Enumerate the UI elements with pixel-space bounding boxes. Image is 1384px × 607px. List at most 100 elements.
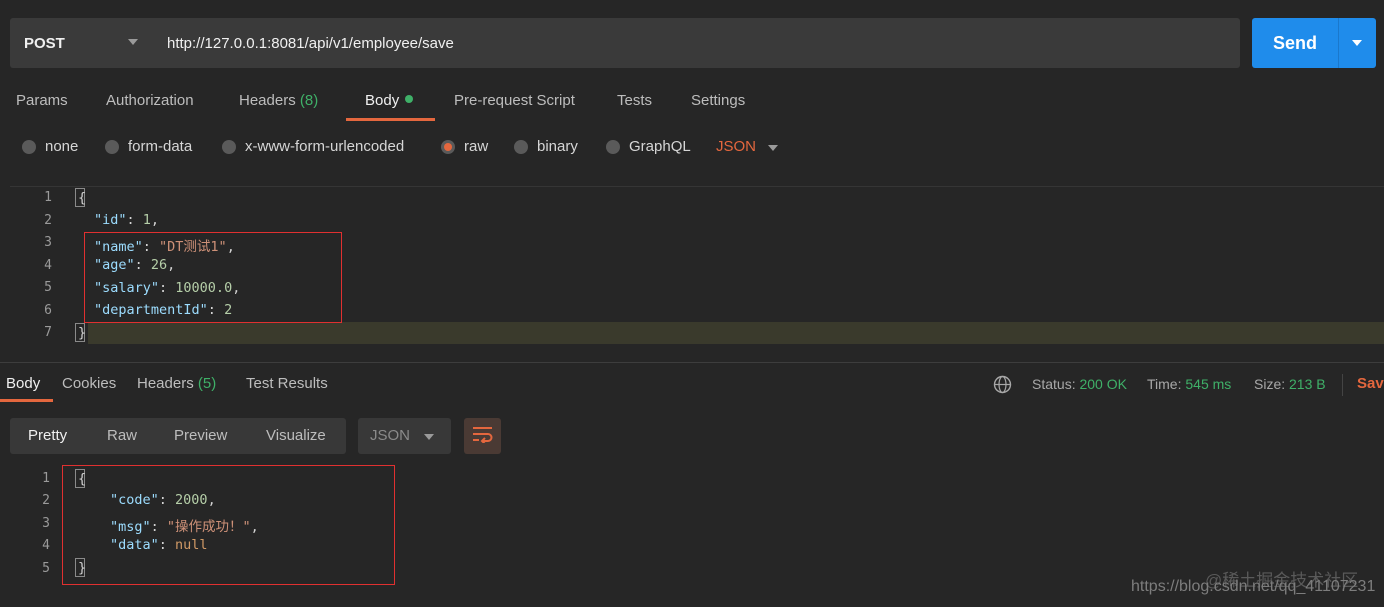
radio-raw-label: raw — [464, 138, 489, 155]
tab-tests[interactable]: Tests — [617, 92, 652, 109]
response-tab-cookies-label: Cookies — [62, 375, 117, 392]
time-label: Time: — [1147, 376, 1182, 392]
status-label: Status: — [1032, 376, 1076, 392]
response-tab-test-results[interactable]: Test Results — [246, 375, 328, 392]
time-value: 545 ms — [1185, 376, 1232, 392]
radio-selected-icon — [441, 139, 455, 154]
response-tab-headers[interactable]: Headers (5) — [137, 375, 216, 392]
response-tab-headers-count: (5) — [197, 375, 217, 392]
response-tab-body[interactable]: Body — [6, 375, 40, 392]
json-sep: , — [150, 212, 160, 228]
radio-binary-label: binary — [537, 138, 578, 155]
tab-tests-label: Tests — [617, 92, 653, 109]
radio-graphql[interactable]: GraphQL — [606, 138, 691, 155]
response-time: Time: 545 ms — [1147, 376, 1231, 392]
line-number: 5 — [42, 561, 50, 576]
tab-headers[interactable]: Headers (8) — [239, 92, 318, 109]
view-preview-button[interactable]: Preview — [174, 427, 227, 444]
response-language-select[interactable]: JSON — [358, 418, 451, 454]
line-number: 4 — [44, 258, 52, 273]
body-status-dot-icon — [405, 95, 414, 103]
tab-params[interactable]: Params — [16, 92, 68, 109]
json-value: 1 — [142, 212, 151, 228]
line-number: 6 — [44, 303, 52, 318]
tab-headers-label: Headers — [239, 92, 296, 109]
radio-circle-icon — [105, 139, 119, 154]
method-chevron-down-icon[interactable] — [128, 39, 138, 45]
radio-form-data[interactable]: form-data — [105, 138, 192, 155]
radio-raw[interactable]: raw — [441, 138, 488, 155]
view-raw-button[interactable]: Raw — [107, 427, 137, 444]
line-number: 4 — [42, 538, 50, 553]
response-tab-headers-label: Headers — [137, 375, 194, 392]
response-tab-cookies[interactable]: Cookies — [62, 375, 116, 392]
response-status: Status: 200 OK — [1032, 376, 1127, 392]
send-options-chevron-down-icon[interactable] — [1352, 40, 1362, 46]
close-brace: } — [78, 325, 87, 341]
radio-x-www-form-urlencoded[interactable]: x-www-form-urlencoded — [222, 138, 404, 155]
active-response-tab-indicator — [0, 399, 53, 402]
radio-form-data-label: form-data — [128, 138, 193, 155]
tab-body-label: Body — [365, 92, 400, 109]
tab-headers-count: (8) — [299, 92, 319, 109]
radio-urlencoded-label: x-www-form-urlencoded — [245, 138, 405, 155]
tab-pre-request-script[interactable]: Pre-request Script — [454, 92, 575, 109]
raw-language-select[interactable]: JSON — [716, 138, 756, 155]
response-tab-body-label: Body — [6, 375, 41, 392]
view-visualize-button[interactable]: Visualize — [266, 427, 326, 444]
view-pretty-button[interactable]: Pretty — [28, 427, 67, 444]
radio-binary[interactable]: binary — [514, 138, 578, 155]
radio-circle-icon — [22, 139, 36, 154]
status-value: 200 OK — [1079, 376, 1127, 392]
line-number: 1 — [42, 471, 50, 486]
meta-divider — [1342, 374, 1343, 396]
line-number: 1 — [44, 190, 52, 205]
radio-graphql-label: GraphQL — [629, 138, 691, 155]
wrap-lines-icon — [472, 425, 494, 447]
save-response-button[interactable]: Save — [1357, 375, 1384, 392]
response-size: Size: 213 B — [1254, 376, 1326, 392]
tab-settings[interactable]: Settings — [691, 92, 745, 109]
raw-language-chevron-down-icon[interactable] — [768, 145, 778, 151]
radio-circle-icon — [606, 139, 620, 154]
method-label: POST — [24, 34, 65, 52]
annotation-highlight-box — [62, 465, 395, 585]
send-button[interactable]: Send — [1252, 18, 1376, 68]
line-number: 2 — [42, 493, 50, 508]
radio-circle-icon — [222, 139, 236, 154]
tab-params-label: Params — [16, 92, 68, 109]
active-line-highlight — [88, 322, 1384, 344]
url-text: http://127.0.0.1:8081/api/v1/employee/sa… — [167, 34, 454, 52]
send-divider — [1338, 18, 1339, 68]
line-number: 7 — [44, 325, 52, 340]
line-number: 2 — [44, 213, 52, 228]
globe-icon[interactable] — [993, 375, 1012, 398]
url-input[interactable]: http://127.0.0.1:8081/api/v1/employee/sa… — [153, 18, 1240, 68]
response-language-label: JSON — [370, 427, 411, 444]
radio-circle-icon — [514, 139, 528, 154]
response-tab-test-results-label: Test Results — [246, 375, 328, 392]
line-number: 3 — [44, 235, 52, 250]
tab-settings-label: Settings — [691, 92, 746, 109]
tab-body[interactable]: Body — [365, 92, 414, 109]
active-tab-indicator — [346, 118, 435, 121]
line-number: 5 — [44, 280, 52, 295]
open-brace: { — [78, 190, 87, 206]
tab-pre-request-script-label: Pre-request Script — [454, 92, 575, 109]
json-key: "id" — [94, 212, 127, 228]
tab-authorization-label: Authorization — [106, 92, 194, 109]
raw-language-label: JSON — [716, 138, 757, 155]
code-line: "id": 1, — [94, 212, 160, 228]
tab-authorization[interactable]: Authorization — [106, 92, 194, 109]
send-label: Send — [1272, 32, 1317, 53]
size-label: Size: — [1254, 376, 1286, 392]
response-language-chevron-down-icon[interactable] — [424, 434, 434, 440]
line-number: 3 — [42, 516, 50, 531]
size-value: 213 B — [1289, 376, 1326, 392]
watermark-url: https://blog.csdn.net/qq_41107231 — [1131, 578, 1376, 595]
wrap-lines-button[interactable] — [464, 418, 501, 454]
pane-divider[interactable] — [0, 362, 1384, 363]
radio-none-label: none — [45, 138, 79, 155]
radio-none[interactable]: none — [22, 138, 78, 155]
annotation-highlight-box — [84, 232, 342, 323]
